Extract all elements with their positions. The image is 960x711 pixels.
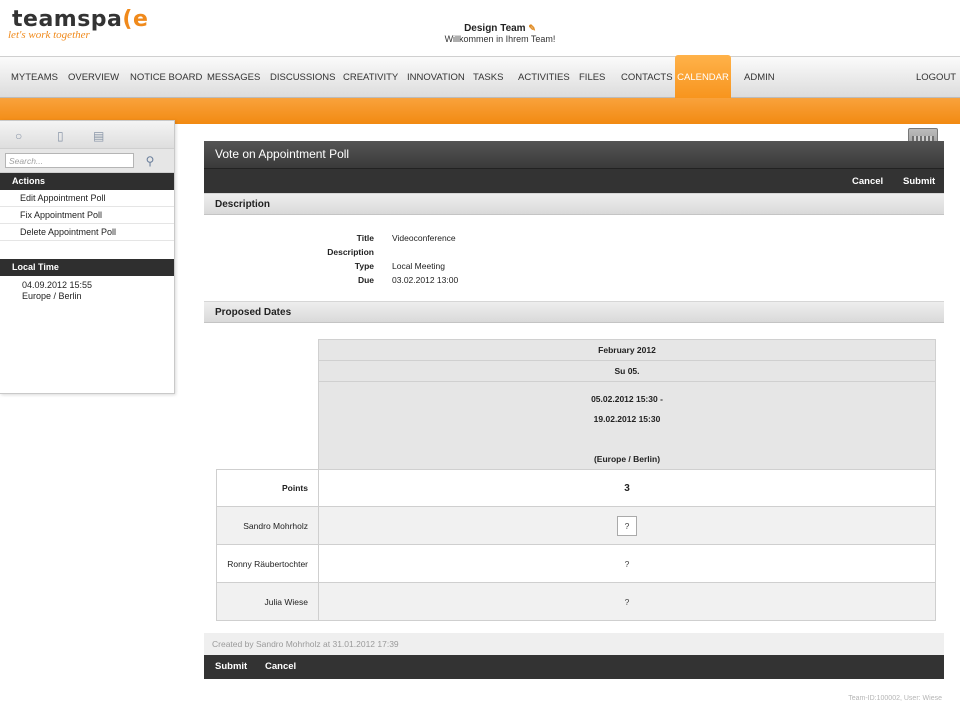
nav-notice-board[interactable]: NOTICE BOARD — [130, 57, 202, 99]
participant-row: Ronny Räubertochter ? — [216, 544, 936, 583]
bottom-cancel-button[interactable]: Cancel — [265, 655, 296, 679]
team-info: Design Team ✎ Willkommen in Ihrem Team! — [380, 23, 620, 44]
bottom-action-bar: Submit Cancel — [204, 655, 944, 679]
team-name: Design Team — [464, 23, 526, 34]
sidebar-search-row: ⚲ — [0, 149, 174, 173]
nav-files[interactable]: FILES — [579, 57, 605, 99]
sidebar-toolbar: ○ ▯ ▤ — [0, 121, 174, 149]
type-label: Type — [354, 261, 374, 271]
nav-discussions[interactable]: DISCUSSIONS — [270, 57, 335, 99]
proposed-dates-heading: Proposed Dates — [204, 301, 944, 323]
nav-tasks[interactable]: TASKS — [473, 57, 503, 99]
participant-name: Julia Wiese — [216, 582, 319, 621]
chat-bubble-icon[interactable]: ○ — [15, 129, 22, 143]
logo-wordmark: teamspa(e — [12, 9, 148, 31]
page-title: Vote on Appointment Poll — [204, 141, 944, 168]
due-label: Due — [357, 275, 374, 285]
fix-appointment-poll-link[interactable]: Fix Appointment Poll — [0, 207, 174, 224]
team-name-row: Design Team ✎ — [380, 23, 620, 34]
type-value: Local Meeting — [392, 261, 445, 271]
description-heading: Description — [204, 193, 944, 215]
mobile-phone-icon[interactable]: ▯ — [57, 129, 64, 143]
bottom-submit-button[interactable]: Submit — [215, 655, 247, 679]
nav-innovation[interactable]: INNOVATION — [407, 57, 465, 99]
vote-toggle[interactable]: ? — [617, 515, 637, 536]
top-action-bar: Cancel Submit — [204, 168, 944, 193]
nav-messages[interactable]: MESSAGES — [207, 57, 260, 99]
team-welcome: Willkommen in Ihrem Team! — [444, 34, 556, 44]
chart-icon[interactable]: ▤ — [93, 129, 104, 143]
search-icon[interactable]: ⚲ — [142, 153, 158, 169]
title-label: Title — [356, 233, 374, 243]
poll-range-start: 05.02.2012 15:30 - — [591, 394, 663, 404]
teamspace-logo[interactable]: teamspa(e let's work together — [8, 9, 148, 42]
main-nav: MYTEAMS OVERVIEW NOTICE BOARD MESSAGES D… — [0, 55, 960, 99]
due-value: 03.02.2012 13:00 — [392, 275, 459, 285]
proposed-dates-body: February 2012 Su 05. 05.02.2012 15:30 - … — [204, 323, 944, 633]
nav-contacts[interactable]: CONTACTS — [621, 57, 673, 99]
submit-button[interactable]: Submit — [903, 169, 935, 194]
participant-row: Julia Wiese ? — [216, 582, 936, 621]
edit-appointment-poll-link[interactable]: Edit Appointment Poll — [0, 190, 174, 207]
nav-creativity[interactable]: CREATIVITY — [343, 57, 398, 99]
delete-appointment-poll-link[interactable]: Delete Appointment Poll — [0, 224, 174, 241]
actions-title: Actions — [0, 173, 174, 190]
description-label: Description — [327, 247, 374, 257]
poll-day: Su 05. — [318, 360, 936, 382]
nav-myteams[interactable]: MYTEAMS — [11, 57, 58, 99]
poll-range-end: 19.02.2012 15:30 — [593, 414, 661, 424]
participant-name: Sandro Mohrholz — [216, 506, 319, 545]
search-input[interactable] — [5, 153, 134, 168]
points-value: 3 — [318, 469, 936, 507]
participant-row: Sandro Mohrholz ? — [216, 506, 936, 545]
local-time-title: Local Time — [0, 259, 174, 276]
participant-vote: ? — [318, 582, 936, 621]
nav-activities[interactable]: ACTIVITIES — [518, 57, 570, 99]
participant-vote: ? — [318, 544, 936, 583]
footer-team-id: Team-ID:100002, User: Wiese — [848, 695, 942, 702]
points-label: Points — [216, 469, 319, 507]
poll-timezone: (Europe / Berlin) — [593, 454, 661, 464]
title-value: Videoconference — [392, 233, 456, 243]
nav-calendar[interactable]: CALENDAR — [675, 55, 731, 99]
nav-admin[interactable]: ADMIN — [744, 57, 775, 99]
local-time-value: 04.09.2012 15:55 — [22, 280, 93, 290]
created-by-text: Created by Sandro Mohrholz at 31.01.2012… — [204, 633, 944, 655]
poll-table: February 2012 Su 05. 05.02.2012 15:30 - … — [216, 339, 936, 621]
local-timezone: Europe / Berlin — [22, 291, 82, 301]
cancel-button[interactable]: Cancel — [852, 169, 883, 194]
description-body: Title Videoconference Description Type L… — [204, 215, 944, 301]
poll-month: February 2012 — [318, 339, 936, 361]
app-header: teamspa(e let's work together Design Tea… — [0, 0, 960, 56]
edit-pencil-icon[interactable]: ✎ — [528, 23, 536, 33]
vote-panel: Vote on Appointment Poll Cancel Submit D… — [204, 141, 944, 679]
nav-logout[interactable]: LOGOUT — [916, 57, 956, 99]
poll-date-range: 05.02.2012 15:30 - 19.02.2012 15:30 (Eur… — [318, 381, 936, 470]
participant-name: Ronny Räubertochter — [216, 544, 319, 583]
logo-text-accent: (e — [122, 7, 149, 32]
nav-overview[interactable]: OVERVIEW — [68, 57, 119, 99]
sidebar: ○ ▯ ▤ ⚲ Actions Edit Appointment Poll Fi… — [0, 120, 175, 394]
